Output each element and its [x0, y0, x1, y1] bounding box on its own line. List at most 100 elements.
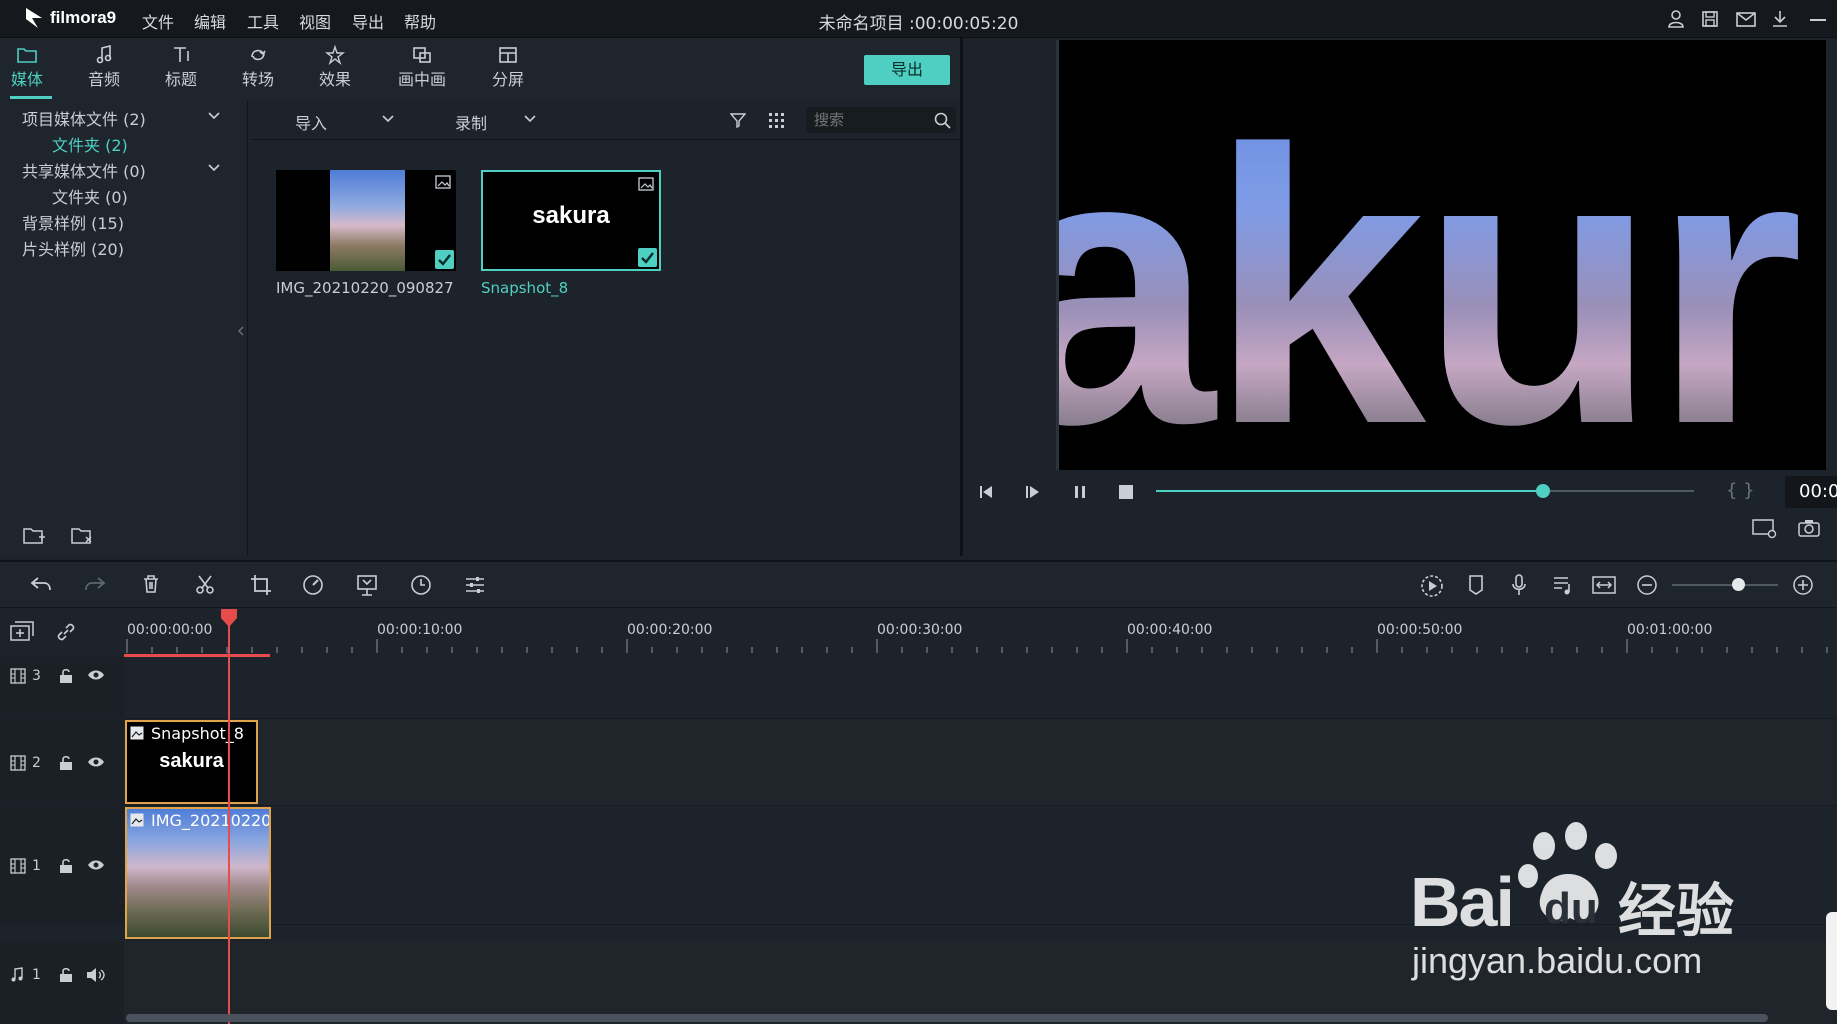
delete-folder-icon[interactable] — [70, 526, 94, 546]
tree-item-shared-folder[interactable]: 文件夹 (0) — [52, 184, 128, 208]
pause-icon[interactable] — [1073, 484, 1087, 500]
tab-effects-label: 效果 — [318, 70, 351, 89]
menu-edit[interactable]: 编辑 — [194, 9, 226, 33]
microphone-icon[interactable] — [1510, 574, 1528, 596]
timeline-toolbar — [0, 560, 1837, 608]
search-input[interactable] — [814, 110, 924, 130]
tab-effects[interactable]: 效果 — [305, 44, 365, 90]
watermark-brand2: du — [1544, 884, 1598, 933]
zoom-slider[interactable] — [1672, 578, 1778, 591]
tab-titles[interactable]: 标题 — [151, 44, 211, 90]
lock-icon[interactable] — [59, 967, 73, 983]
new-folder-icon[interactable] — [22, 526, 46, 546]
eye-icon[interactable] — [87, 859, 105, 871]
watermark-cn: 经验 — [1618, 879, 1735, 944]
ruler-label: 00:00:10:00 — [377, 622, 463, 638]
ruler-label: 00:01:00:00 — [1627, 622, 1713, 638]
save-icon[interactable] — [1700, 9, 1720, 29]
ruler-label: 00:00:20:00 — [627, 622, 713, 638]
zoom-slider-knob[interactable] — [1731, 578, 1745, 591]
tab-pip[interactable]: 画中画 — [392, 44, 452, 90]
speaker-icon[interactable] — [86, 967, 106, 983]
media-thumb-img[interactable] — [276, 170, 456, 271]
mark-in-out[interactable]: { } — [1726, 480, 1755, 501]
play-icon[interactable] — [1024, 484, 1042, 500]
crop-icon[interactable] — [250, 574, 272, 596]
tab-split-screen[interactable]: 分屏 — [478, 44, 538, 90]
timeline-horizontal-scrollbar[interactable] — [126, 1014, 1768, 1022]
delete-icon[interactable] — [141, 574, 161, 594]
grid-view-icon[interactable] — [768, 112, 784, 128]
display-settings-icon[interactable] — [1752, 518, 1778, 540]
green-screen-icon[interactable] — [356, 574, 378, 596]
clip-text: sakura — [159, 750, 224, 772]
chevron-down-icon[interactable] — [524, 115, 536, 123]
chevron-down-icon[interactable] — [382, 115, 394, 123]
tab-transitions[interactable]: 转场 — [228, 44, 288, 90]
tab-pip-label: 画中画 — [397, 70, 446, 89]
menu-tools[interactable]: 工具 — [247, 9, 279, 33]
timeline-clip-img[interactable]: IMG_20210220 — [125, 807, 271, 939]
menu-help[interactable]: 帮助 — [404, 9, 436, 33]
progress-track[interactable] — [1156, 484, 1694, 498]
tree-item-intro-samples[interactable]: 片头样例 (20) — [22, 236, 124, 260]
timeline-clip-snapshot[interactable]: Snapshot_8 sakura — [125, 720, 258, 804]
zoom-out-icon[interactable] — [1636, 574, 1658, 596]
prev-frame-icon[interactable] — [978, 484, 996, 500]
chevron-down-icon[interactable] — [208, 112, 220, 120]
fit-to-timeline-icon[interactable] — [1592, 574, 1616, 596]
side-scroll-tab[interactable] — [1826, 912, 1837, 1010]
cut-icon[interactable] — [195, 574, 215, 594]
download-icon[interactable] — [1770, 9, 1790, 29]
timeline-ruler[interactable]: 00:00:00:00 00:00:10:00 00:00:20:00 00:0… — [0, 609, 1837, 657]
lock-icon[interactable] — [59, 858, 73, 874]
playhead-marker-icon[interactable] — [220, 608, 238, 628]
minimize-icon[interactable] — [1810, 18, 1826, 22]
tree-item-background-samples[interactable]: 背景样例 (15) — [22, 210, 124, 234]
lock-icon[interactable] — [59, 668, 73, 684]
tree-item-shared-media[interactable]: 共享媒体文件 (0) — [22, 158, 146, 182]
lock-icon[interactable] — [59, 755, 73, 771]
tree-item-project-media[interactable]: 项目媒体文件 (2) — [22, 106, 146, 130]
effects-icon — [325, 45, 345, 65]
search-icon[interactable] — [934, 112, 951, 129]
track-row-video3[interactable] — [124, 657, 1837, 719]
zoom-in-icon[interactable] — [1792, 574, 1814, 596]
marker-icon[interactable] — [1467, 574, 1485, 596]
adjust-sliders-icon[interactable] — [464, 574, 486, 596]
undo-icon[interactable] — [30, 574, 52, 594]
add-track-icon[interactable] — [10, 621, 36, 643]
tab-audio[interactable]: 音频 — [74, 44, 134, 90]
link-icon[interactable] — [55, 621, 77, 643]
collapse-panel-icon[interactable] — [238, 326, 244, 336]
chevron-down-icon[interactable] — [208, 164, 220, 172]
search-box[interactable] — [806, 107, 956, 133]
eye-icon[interactable] — [87, 669, 105, 681]
speed-icon[interactable] — [302, 574, 324, 596]
menu-file[interactable]: 文件 — [142, 9, 174, 33]
mail-icon[interactable] — [1735, 9, 1757, 29]
record-dropdown[interactable]: 录制 — [455, 110, 487, 134]
track-row-video2[interactable] — [124, 720, 1837, 806]
snapshot-camera-icon[interactable] — [1798, 518, 1820, 538]
render-preview-icon[interactable] — [1420, 574, 1444, 598]
audio-mixer-icon[interactable] — [1552, 574, 1574, 596]
media-thumb-snapshot[interactable]: sakura — [481, 170, 661, 271]
image-type-icon — [638, 177, 654, 191]
import-dropdown[interactable]: 导入 — [295, 110, 327, 134]
menu-export[interactable]: 导出 — [352, 9, 384, 33]
playhead-line[interactable] — [228, 610, 230, 1024]
export-button[interactable]: 导出 — [864, 55, 950, 85]
eye-icon[interactable] — [87, 756, 105, 768]
account-icon[interactable] — [1666, 9, 1686, 29]
filter-icon[interactable] — [730, 112, 746, 128]
library-tab-bar: 媒体 音频 标题 转场 效果 画中画 分屏 — [0, 38, 960, 100]
tree-item-folder[interactable]: 文件夹 (2) — [52, 132, 128, 156]
tab-media[interactable]: 媒体 — [0, 44, 57, 90]
pip-icon — [413, 47, 431, 63]
music-note-icon — [96, 45, 112, 64]
stop-icon[interactable] — [1118, 484, 1134, 500]
duration-clock-icon[interactable] — [410, 574, 432, 596]
redo-icon[interactable] — [84, 574, 106, 594]
menu-view[interactable]: 视图 — [299, 9, 331, 33]
